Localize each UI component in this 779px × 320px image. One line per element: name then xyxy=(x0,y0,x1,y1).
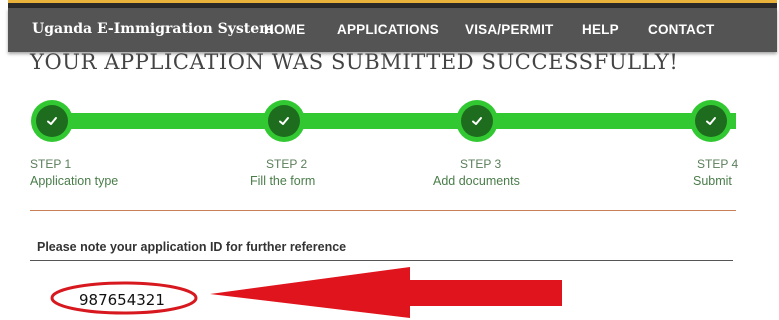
step-1-number: STEP 1 xyxy=(30,157,72,171)
page-title: YOUR APPLICATION WAS SUBMITTED SUCCESSFU… xyxy=(30,50,679,74)
nav-home[interactable]: HOME xyxy=(264,22,305,37)
step-4-label: Submit xyxy=(693,174,732,188)
section-divider xyxy=(30,210,736,211)
red-arrow-icon xyxy=(210,267,562,318)
step-1-node xyxy=(31,100,73,142)
step-2-node xyxy=(263,100,305,142)
step-4-number: STEP 4 xyxy=(697,157,739,171)
step-4-node xyxy=(690,100,732,142)
application-id: 987654321 xyxy=(79,291,165,309)
step-2-number: STEP 2 xyxy=(266,157,308,171)
check-icon xyxy=(706,117,716,125)
check-icon xyxy=(279,117,289,125)
brand-title[interactable]: Uganda E-Immigration System xyxy=(32,21,274,37)
check-icon xyxy=(472,117,482,125)
check-icon xyxy=(47,117,57,125)
step-1-label: Application type xyxy=(30,174,119,188)
step-3-node xyxy=(456,100,498,142)
navbar: Uganda E-Immigration System HOME APPLICA… xyxy=(8,8,777,52)
note-divider xyxy=(30,260,733,261)
nav-visa-permit[interactable]: VISA/PERMIT xyxy=(465,22,553,37)
nav-help[interactable]: HELP xyxy=(582,22,619,37)
progress-track xyxy=(52,113,736,129)
step-2-label: Fill the form xyxy=(250,174,316,188)
step-3-label: Add documents xyxy=(433,174,520,188)
step-3-number: STEP 3 xyxy=(460,157,502,171)
top-accent-stripe xyxy=(8,0,777,8)
reference-note: Please note your application ID for furt… xyxy=(37,240,347,254)
nav-contact[interactable]: CONTACT xyxy=(648,22,714,37)
nav-applications[interactable]: APPLICATIONS xyxy=(337,22,439,37)
